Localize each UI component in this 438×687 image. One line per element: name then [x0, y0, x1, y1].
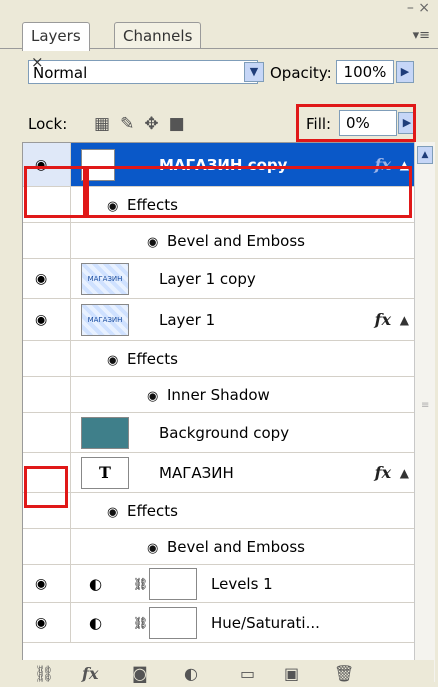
chain-icon[interactable]: ⛓ — [133, 603, 148, 643]
effect-row[interactable]: ◉ Bevel and Emboss — [23, 529, 415, 565]
layer-name[interactable]: Background copy — [159, 413, 289, 452]
collapse-effects-icon[interactable]: ▲ — [400, 453, 409, 493]
opacity-value-field[interactable]: 100% — [336, 60, 394, 84]
link-layers-icon[interactable]: ⛓ — [34, 660, 54, 687]
opacity-arrow-icon[interactable]: ▶ — [396, 61, 414, 83]
visibility-cell[interactable]: ◉ — [23, 603, 71, 642]
scrollbar[interactable]: ▲ ▼ ≡ — [414, 142, 435, 682]
visibility-cell[interactable] — [23, 377, 71, 412]
lock-all-icon[interactable]: ■ — [169, 114, 195, 134]
visibility-cell[interactable] — [23, 413, 71, 452]
eye-icon[interactable]: ◉ — [35, 576, 55, 592]
effect-label: Bevel and Emboss — [167, 538, 305, 556]
adjustment-icon: ◐ — [89, 614, 103, 632]
effect-label: Bevel and Emboss — [167, 232, 305, 250]
visibility-cell[interactable]: ◉ — [23, 259, 71, 298]
fill-highlight-box — [296, 104, 416, 142]
effect-row[interactable]: ◉ Effects — [23, 341, 415, 377]
new-group-icon[interactable]: ▭ — [240, 660, 255, 687]
effect-label: Effects — [127, 502, 178, 520]
blend-mode-dropdown-icon[interactable]: ▼ — [244, 62, 264, 82]
visibility-cell[interactable] — [23, 341, 71, 376]
fx-icon[interactable]: fx — [375, 299, 391, 341]
thumbnail-text: МАГАЗИН — [82, 305, 128, 335]
layer-name[interactable]: Layer 1 — [159, 299, 215, 340]
eye-icon[interactable]: ◉ — [35, 615, 55, 631]
panel-menu-icon[interactable]: ▾≡ — [413, 28, 430, 43]
lock-brush-icon[interactable]: ✎ — [120, 114, 144, 134]
effect-row[interactable]: ◉ Effects — [23, 493, 415, 529]
chain-icon[interactable]: ⛓ — [133, 565, 148, 603]
effect-eye-icon[interactable]: ◉ — [147, 225, 167, 261]
effect-label: Effects — [127, 350, 178, 368]
effect-row[interactable]: ◉ Bevel and Emboss — [23, 223, 415, 259]
bottom-toolbar: ⛓ fx ◙ ◐ ▭ ▣ 🗑 — [22, 660, 434, 687]
thumbnail-text: МАГАЗИН — [82, 264, 128, 294]
blend-mode-select[interactable]: Normal — [28, 60, 258, 84]
layers-list: ◉ МАГАЗИН copy fx ▲ ◉ Effects ◉ Bevel and Embos… — [22, 142, 416, 668]
hidden-layer-highlight-box — [24, 466, 68, 508]
add-mask-icon[interactable]: ◙ — [132, 660, 148, 687]
selected-layer-highlight-box — [86, 166, 412, 218]
scroll-up-icon[interactable]: ▲ — [417, 146, 433, 164]
fx-icon[interactable]: fx — [375, 453, 391, 493]
effect-label: Inner Shadow — [167, 386, 270, 404]
layer-row[interactable]: ◉ МАГАЗИН Layer 1 fx ▲ — [23, 299, 415, 341]
layer-thumbnail[interactable]: МАГАЗИН — [81, 304, 129, 336]
effect-eye-icon[interactable]: ◉ — [107, 343, 127, 379]
tab-channels[interactable]: Channels — [114, 22, 202, 49]
layer-thumbnail[interactable]: МАГАЗИН — [81, 263, 129, 295]
delete-layer-icon[interactable]: 🗑 — [334, 660, 354, 687]
mask-thumbnail[interactable] — [149, 568, 197, 600]
layer-row[interactable]: ◉ ◐ ⛓ Levels 1 — [23, 565, 415, 603]
layer-name[interactable]: Layer 1 copy — [159, 259, 256, 298]
effect-eye-icon[interactable]: ◉ — [147, 531, 167, 567]
adjustment-icon: ◐ — [89, 575, 103, 593]
layer-thumbnail[interactable]: T — [81, 457, 129, 489]
lock-icons: ▦✎✥■ — [94, 112, 195, 136]
layer-row[interactable]: Background copy — [23, 413, 415, 453]
lock-label: Lock: — [28, 115, 68, 133]
visibility-cell[interactable] — [23, 223, 71, 258]
visibility-cell[interactable]: ◉ — [23, 565, 71, 602]
scroll-grip-icon[interactable]: ≡ — [421, 400, 429, 411]
effect-row[interactable]: ◉ Inner Shadow — [23, 377, 415, 413]
lock-transparency-icon[interactable]: ▦ — [94, 114, 120, 134]
eye-icon[interactable]: ◉ — [35, 312, 55, 328]
visibility-cell[interactable] — [23, 529, 71, 564]
effect-eye-icon[interactable]: ◉ — [147, 379, 167, 415]
add-style-icon[interactable]: fx — [82, 660, 98, 687]
layer-name[interactable]: Hue/Saturati... — [211, 603, 320, 642]
layer-row[interactable]: ◉ ◐ ⛓ Hue/Saturati... — [23, 603, 415, 643]
layer-row[interactable]: ◉ МАГАЗИН Layer 1 copy — [23, 259, 415, 299]
new-layer-icon[interactable]: ▣ — [284, 660, 299, 687]
layer-thumbnail[interactable] — [81, 417, 129, 449]
lock-move-icon[interactable]: ✥ — [144, 114, 168, 134]
mask-thumbnail[interactable] — [149, 607, 197, 639]
eye-icon[interactable]: ◉ — [35, 271, 55, 287]
tab-layers[interactable]: Layers × — [22, 22, 90, 71]
visibility-cell[interactable]: ◉ — [23, 299, 71, 340]
opacity-label: Opacity: — [270, 64, 332, 82]
layer-row[interactable]: T МАГАЗИН fx ▲ — [23, 453, 415, 493]
new-adjustment-icon[interactable]: ◐ — [184, 660, 198, 687]
window-controls[interactable]: – × — [407, 1, 430, 15]
layer-name[interactable]: Levels 1 — [211, 565, 273, 602]
collapse-effects-icon[interactable]: ▲ — [400, 299, 409, 341]
layer-name[interactable]: МАГАЗИН — [159, 453, 234, 492]
effect-eye-icon[interactable]: ◉ — [107, 495, 127, 531]
visibility-highlight-box — [24, 166, 86, 218]
layers-panel: – × Layers × Channels ▾≡ Normal ▼ Opacit… — [0, 0, 438, 687]
